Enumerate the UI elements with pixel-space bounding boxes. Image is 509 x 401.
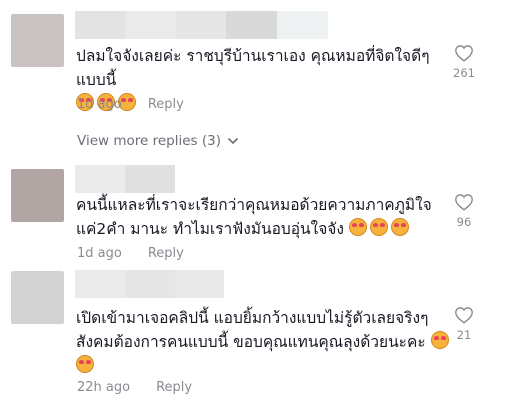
comment-item: เปิดเข้ามาเจอคลิปนี้ แอบยิ้มกว้างแบบไม่ร… — [0, 270, 509, 401]
avatar[interactable] — [11, 14, 64, 67]
smiling-face-with-hearts-emoji — [76, 355, 94, 373]
avatar[interactable] — [11, 271, 64, 324]
heart-outline-icon — [455, 45, 473, 62]
reply-button[interactable]: Reply — [148, 246, 184, 261]
username-redacted[interactable] — [75, 270, 224, 298]
like-count: 96 — [456, 215, 472, 229]
chevron-down-icon — [227, 137, 239, 145]
timestamp: 22h ago — [77, 380, 131, 395]
reply-button[interactable]: Reply — [156, 380, 192, 395]
comment-meta: 1d ago Reply — [77, 97, 184, 112]
smiling-face-with-hearts-emoji — [348, 218, 367, 236]
comment-meta: 22h ago Reply — [77, 380, 192, 395]
like-button[interactable]: 96 — [444, 193, 484, 229]
heart-outline-icon — [455, 194, 473, 211]
like-count: 21 — [456, 328, 472, 342]
comment-text: เปิดเข้ามาเจอคลิปนี้ แอบยิ้มกว้างแบบไม่ร… — [76, 306, 452, 378]
timestamp: 1d ago — [77, 97, 122, 112]
comment-item: คนนี้แหละที่เราจะเรียกว่าคุณหมอด้วยความภ… — [0, 165, 509, 265]
timestamp: 1d ago — [77, 246, 122, 261]
comment-body: ปลมใจจังเลยค่ะ ราชบุรีบ้านเราเอง คุณหมอท… — [76, 47, 430, 89]
heart-outline-icon — [455, 307, 473, 324]
comment-meta: 1d ago Reply — [77, 246, 184, 261]
smiling-face-with-hearts-emoji — [390, 218, 409, 236]
like-count: 261 — [453, 66, 475, 80]
reply-button[interactable]: Reply — [148, 97, 184, 112]
view-more-replies-button[interactable]: View more replies (3) — [77, 133, 239, 149]
like-button[interactable]: 21 — [444, 306, 484, 342]
username-redacted[interactable] — [75, 11, 328, 39]
comment-body: เปิดเข้ามาเจอคลิปนี้ แอบยิ้มกว้างแบบไม่ร… — [76, 309, 429, 351]
avatar[interactable] — [11, 169, 64, 222]
like-button[interactable]: 261 — [444, 44, 484, 80]
view-more-label: View more replies (3) — [77, 133, 221, 149]
username-redacted[interactable] — [75, 165, 175, 193]
smiling-face-with-hearts-emoji — [369, 218, 388, 236]
comment-item: ปลมใจจังเลยค่ะ ราชบุรีบ้านเราเอง คุณหมอท… — [0, 0, 509, 130]
comment-text: คนนี้แหละที่เราจะเรียกว่าคุณหมอด้วยความภ… — [76, 193, 452, 241]
